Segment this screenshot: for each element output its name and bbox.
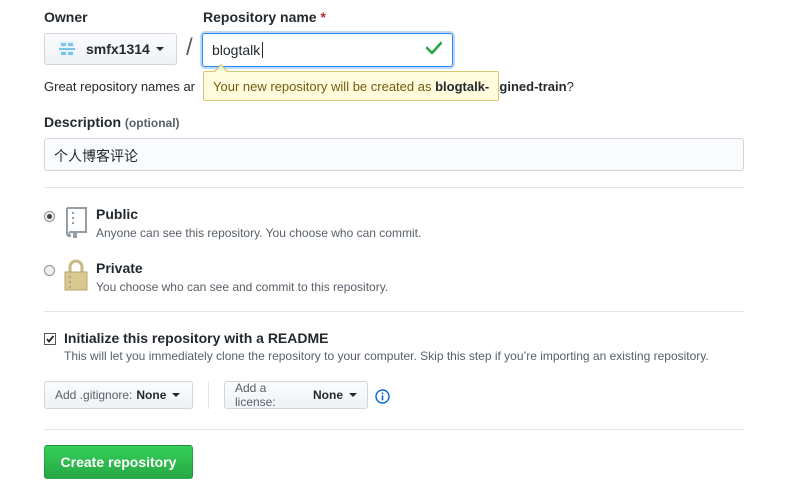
- info-icon[interactable]: [375, 389, 390, 404]
- description-input[interactable]: 个人博客评论: [44, 138, 744, 171]
- repo-book-icon: [66, 207, 87, 238]
- chevron-down-icon: [349, 393, 357, 397]
- hint-suffix-post: ?: [566, 79, 574, 94]
- private-radio[interactable]: [44, 265, 55, 276]
- description-label: Description (optional): [44, 114, 180, 130]
- public-title: Public: [96, 206, 139, 222]
- repo-name-value: blogtalk: [212, 42, 261, 58]
- license-value: None: [313, 388, 343, 402]
- private-subtitle: You choose who can see and commit to thi…: [96, 280, 389, 294]
- checkbox-check-icon: [46, 335, 55, 343]
- gitignore-select[interactable]: Add .gitignore: None: [44, 381, 193, 409]
- license-select[interactable]: Add a license: None: [224, 381, 368, 409]
- description-label-text: Description: [44, 114, 122, 130]
- owner-avatar-icon: [59, 41, 75, 57]
- tooltip-text: Your new repository will be created as: [213, 79, 432, 94]
- divider: [44, 311, 744, 312]
- public-radio[interactable]: [44, 211, 55, 222]
- readme-subtitle: This will let you immediately clone the …: [64, 349, 709, 363]
- repo-name-label: Repository name *: [203, 9, 326, 25]
- readme-checkbox[interactable]: [44, 333, 56, 345]
- tooltip-repo-name: blogtalk-: [435, 79, 490, 94]
- create-repository-button[interactable]: Create repository: [44, 445, 193, 479]
- text-cursor: [262, 42, 264, 58]
- repo-name-label-text: Repository name: [203, 9, 317, 25]
- tooltip-arrow-inner: [215, 66, 227, 72]
- required-mark: *: [320, 9, 326, 25]
- gitignore-label: Add .gitignore:: [55, 388, 133, 402]
- owner-label: Owner: [44, 9, 88, 25]
- name-tooltip: Your new repository will be created as b…: [203, 71, 500, 101]
- hint-prefix: Great repository names ar: [44, 79, 196, 94]
- gitignore-value: None: [136, 388, 167, 402]
- readme-title: Initialize this repository with a README: [64, 330, 329, 346]
- divider: [44, 429, 744, 430]
- public-subtitle: Anyone can see this repository. You choo…: [96, 226, 422, 240]
- chevron-down-icon: [172, 393, 181, 397]
- divider: [44, 187, 744, 188]
- chevron-down-icon: [155, 47, 164, 51]
- license-label: Add a license:: [235, 381, 276, 409]
- owner-select[interactable]: smfx1314: [44, 33, 177, 65]
- select-separator: [208, 381, 209, 409]
- private-title: Private: [96, 260, 143, 276]
- checkmark-icon: [426, 41, 442, 55]
- description-value: 个人博客评论: [54, 148, 138, 164]
- owner-repo-separator: /: [186, 34, 193, 61]
- optional-tag: (optional): [124, 116, 180, 130]
- owner-name: smfx1314: [86, 41, 150, 57]
- repo-name-input[interactable]: blogtalk: [202, 33, 453, 67]
- lock-icon: [64, 259, 88, 291]
